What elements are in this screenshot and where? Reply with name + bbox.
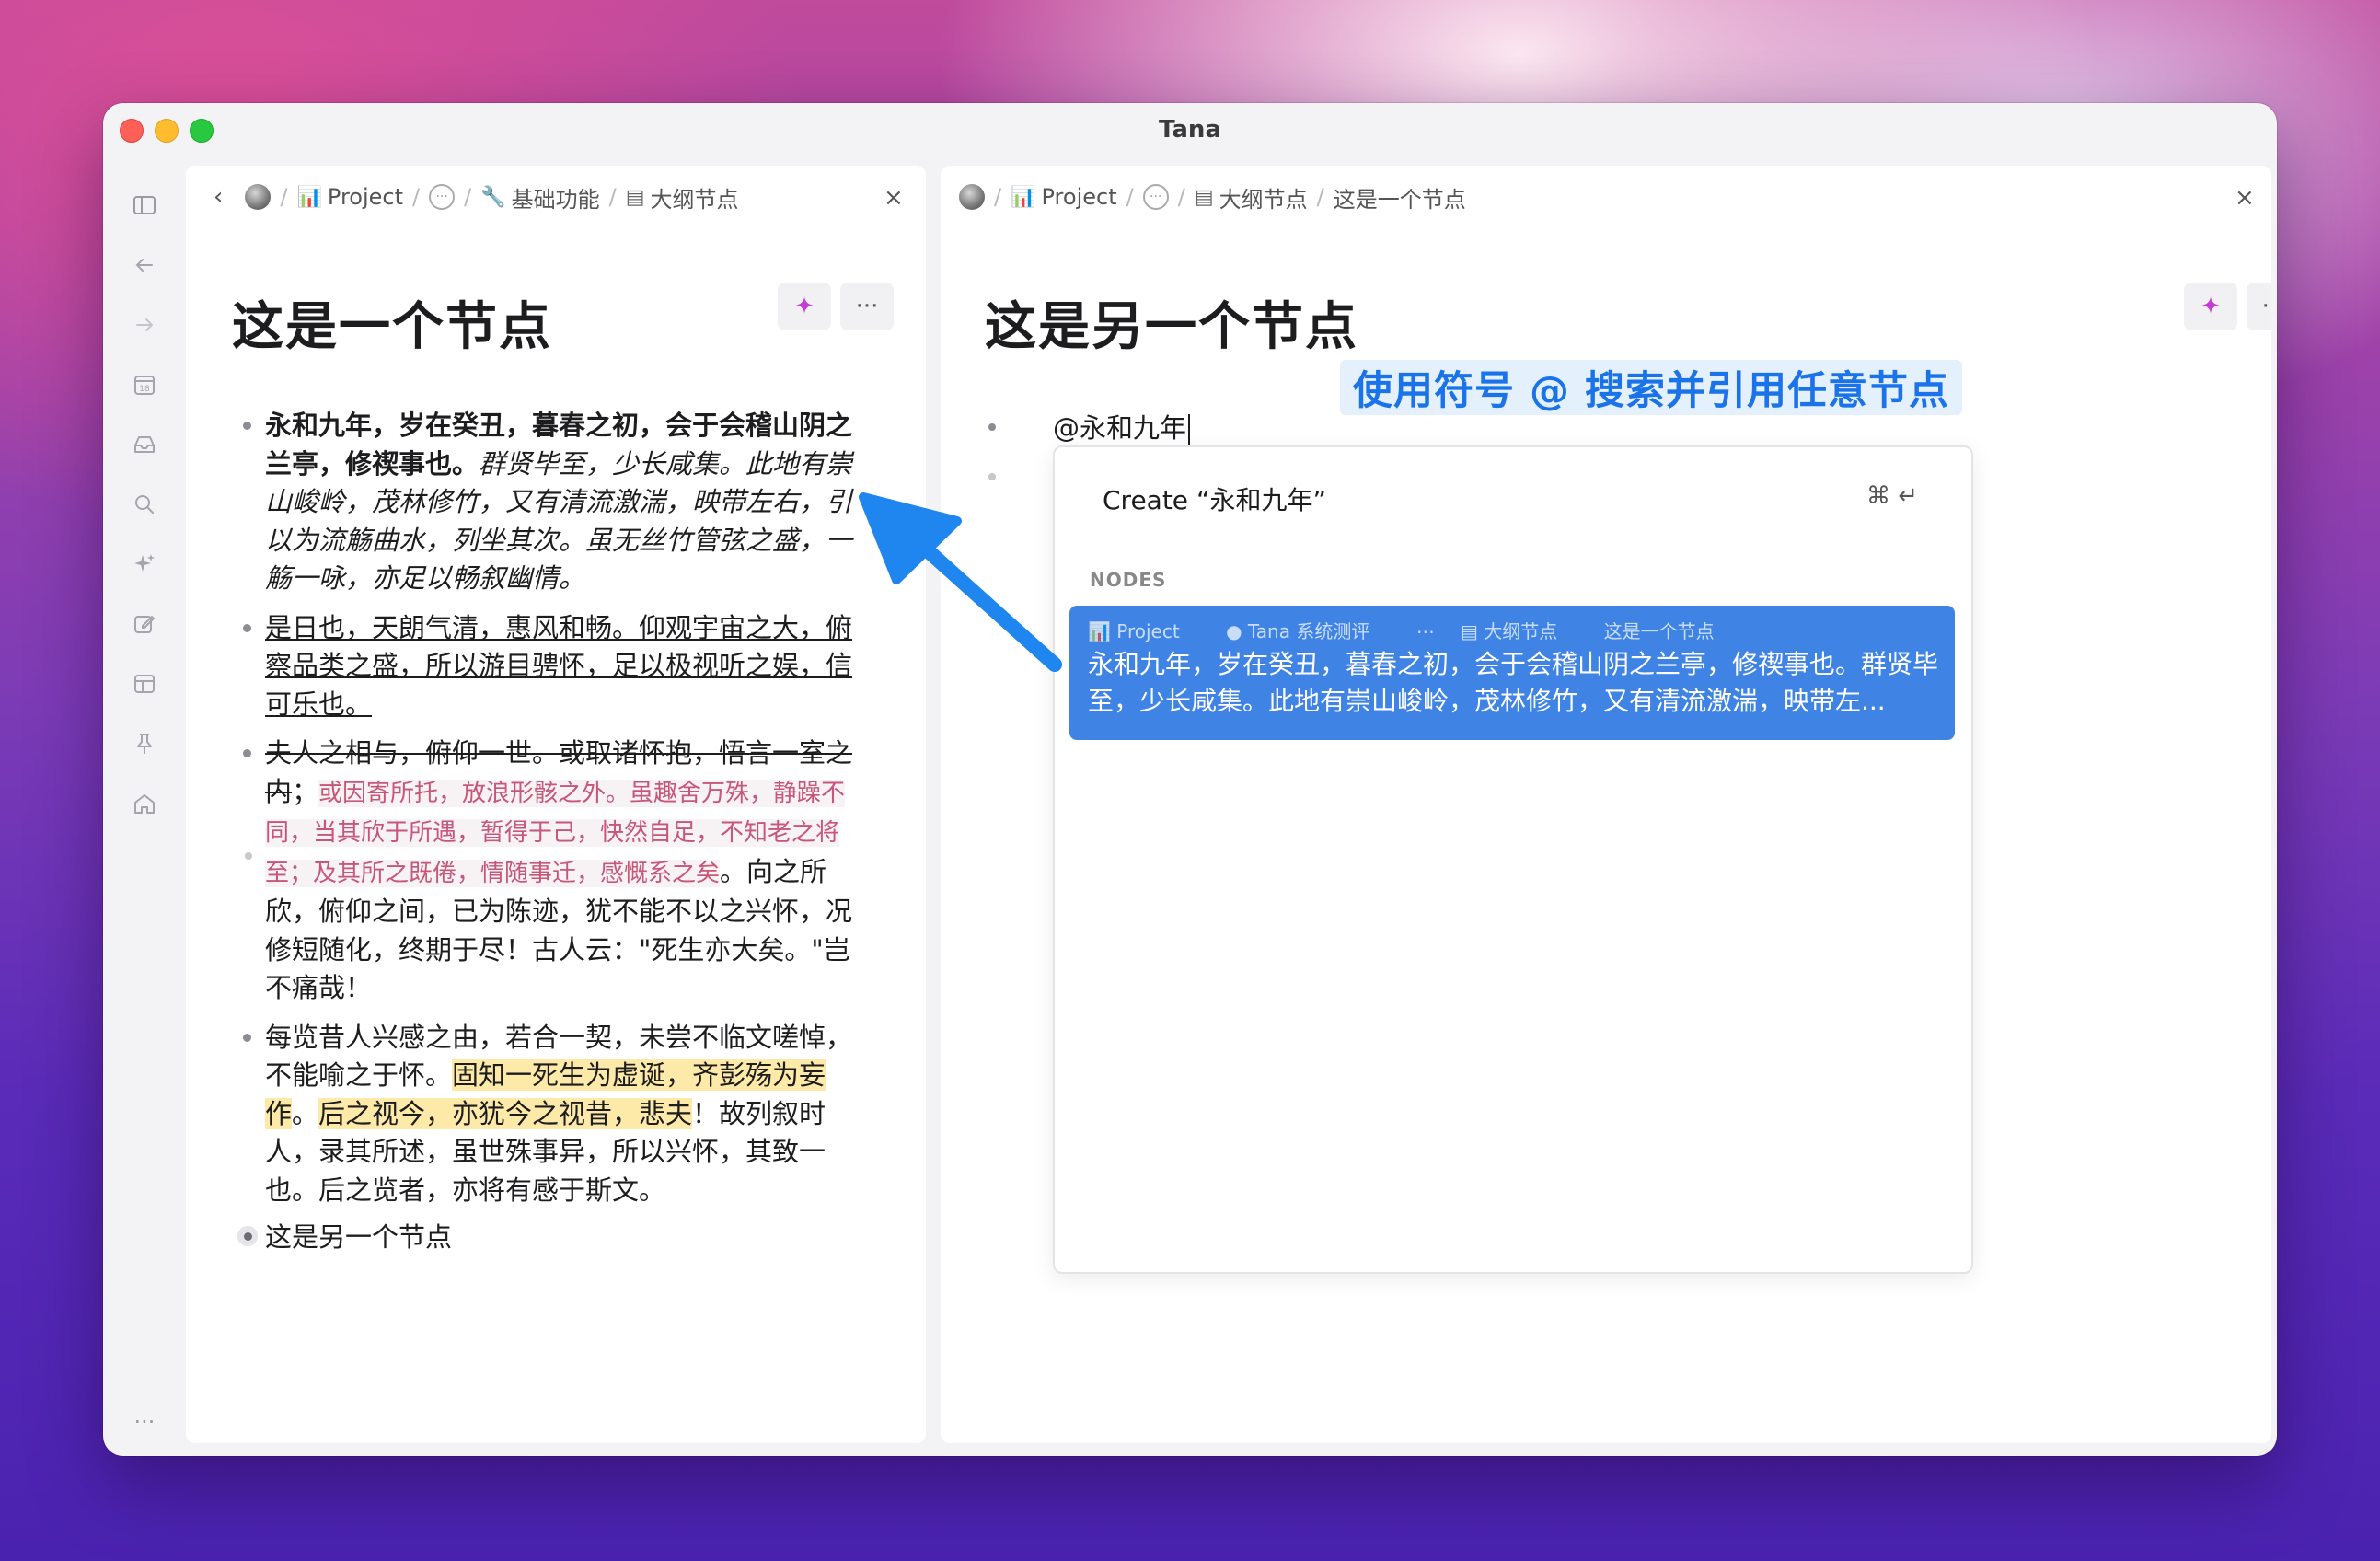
result-text: 永和九年，岁在癸丑，暮春之初，会于会稽山阴之兰亭，修禊事也。群贤毕至，少长咸集。… [1088,649,1939,716]
ai-sparkle-icon: ✦ [2201,293,2221,320]
page-title[interactable]: 这是一个节点 [232,285,552,360]
inbox-icon[interactable] [131,431,158,458]
underlined-text: 是日也，天朗气清，惠风和畅。仰观宇宙之大，俯察品类之盛，所以游目骋怀，足以极视听… [265,611,853,720]
result-path-outline-label: 大纲节点 [1484,620,1558,642]
forward-arrow-icon[interactable] [131,311,158,339]
document-icon: ▤ [1194,185,1214,209]
breadcrumb-outline[interactable]: 大纲节点 [1219,181,1308,214]
page-title[interactable]: 这是另一个节点 [985,285,1358,360]
search-icon[interactable] [131,491,158,518]
project-icon: 📊 [1011,185,1036,209]
text-caret [1188,414,1191,445]
ai-sparkle-icon[interactable] [131,550,158,578]
calendar-icon[interactable]: 18 [131,371,158,399]
result-path-workspace: ● Tana 系统测评 [1226,620,1370,642]
breadcrumb-outline[interactable]: 大纲节点 [651,181,739,214]
ai-sparkle-icon: ✦ [794,293,815,320]
left-panel: ‹ / 📊 Project / ··· / 🔧 基础功能 / ▤ 大纲节点 × … [186,166,926,1443]
window-title: Tana [1159,116,1221,144]
list-item[interactable]: 夫人之相与，俯仰一世。或取诸怀抱，悟言一室之内；或因寄所托，放浪形骸之外。虽趣舍… [243,734,876,1008]
result-breadcrumb: 📊 Project ● Tana 系统测评 ⋯ ▤ 大纲节点 这是一个节点 [1088,617,1735,643]
plain-text: 。 [292,1097,319,1129]
title-bar: Tana [103,103,2277,156]
more-icon[interactable]: ··· [131,1408,158,1436]
breadcrumb-basics[interactable]: 基础功能 [512,181,600,214]
highlighted-text: 后之视今，亦犹今之视昔，悲夫 [318,1097,693,1129]
breadcrumb-project[interactable]: Project [1042,184,1117,210]
bullet-icon [988,423,996,431]
workspace-avatar[interactable] [245,184,272,210]
result-path-project: 📊 Project [1088,620,1180,642]
search-result-item[interactable]: 📊 Project ● Tana 系统测评 ⋯ ▤ 大纲节点 这是一个节点 永和… [1069,606,1955,740]
more-options-button[interactable]: ··· [2247,283,2271,330]
breadcrumb-project[interactable]: Project [328,184,403,210]
edit-icon[interactable] [131,610,158,638]
reference-node[interactable]: 这是另一个节点 [237,1219,876,1257]
annotation-callout: 使用符号 @ 搜索并引用任意节点 [1340,360,1962,415]
create-node-option[interactable]: Create “永和九年” [1103,480,1326,517]
document-icon: ▤ [625,185,645,209]
svg-text:18: 18 [139,385,150,394]
breadcrumb: ‹ / 📊 Project / ··· / 🔧 基础功能 / ▤ 大纲节点 [214,179,739,215]
workspace-avatar[interactable] [959,184,985,210]
sidebar-rail: 18 ··· [103,156,186,1456]
ai-button[interactable]: ✦ [778,283,831,330]
empty-bullet[interactable] [988,473,996,480]
keyboard-shortcut: ⌘ ↵ [1866,482,1918,510]
close-panel-icon[interactable]: × [884,184,904,212]
more-options-button[interactable]: ··· [840,283,894,330]
app-window: Tana 18 ··· ‹ / 📊 Project / ··· / 🔧 基础功能… [103,103,2277,1456]
result-path-ellipsis-icon: ⋯ [1415,620,1435,642]
list-item[interactable]: 永和九年，岁在癸丑，暮春之初，会于会稽山阴之兰亭，修禊事也。群贤毕至，少长咸集。… [243,407,876,598]
reference-bullet-icon [244,1232,252,1241]
breadcrumb-ellipsis-icon[interactable]: ··· [1142,184,1169,210]
outline-list: 永和九年，岁在癸丑，暮春之初，会于会稽山阴之兰亭，修禊事也。群贤毕至，少长咸集。… [237,407,876,1268]
pin-icon[interactable] [131,730,158,757]
breadcrumb: / 📊 Project / ··· / ▤ 大纲节点 / 这是一个节点 [959,179,1466,215]
node-input-value: @永和九年 [1053,412,1187,444]
project-icon: 📊 [296,185,322,209]
search-popup: Create “永和九年” ⌘ ↵ NODES 📊 Project ● Tana… [1053,445,1973,1274]
close-panel-icon[interactable]: × [2235,184,2255,212]
back-chevron-icon[interactable]: ‹ [214,183,223,211]
ai-button[interactable]: ✦ [2184,283,2237,330]
result-path-node: 这是一个节点 [1603,620,1715,642]
result-path-project-label: Project [1116,620,1180,642]
home-icon[interactable] [131,790,158,817]
layout-icon[interactable] [131,670,158,698]
node-input[interactable]: @永和九年 [1053,407,1191,445]
breadcrumb-current-node[interactable]: 这是一个节点 [1334,181,1466,214]
breadcrumb-ellipsis-icon[interactable]: ··· [429,184,456,210]
reference-node-label: 这是另一个节点 [265,1221,453,1253]
list-item[interactable]: 每览昔人兴感之由，若合一契，未尝不临文嗟悼，不能喻之于怀。固知一死生为虚诞，齐彭… [243,1019,876,1210]
sidebar-toggle-icon[interactable] [131,191,158,219]
separator-text: ； [292,775,319,807]
empty-bullet[interactable] [245,852,252,860]
result-path-workspace-label: Tana 系统测评 [1247,620,1370,642]
back-arrow-icon[interactable] [131,251,158,279]
section-header: NODES [1090,569,1167,591]
result-path-outline: ▤ 大纲节点 [1461,620,1558,642]
wrench-icon: 🔧 [480,185,506,209]
list-item[interactable]: 是日也，天朗气清，惠风和畅。仰观宇宙之大，俯察品类之盛，所以游目骋怀，足以极视听… [243,609,876,724]
